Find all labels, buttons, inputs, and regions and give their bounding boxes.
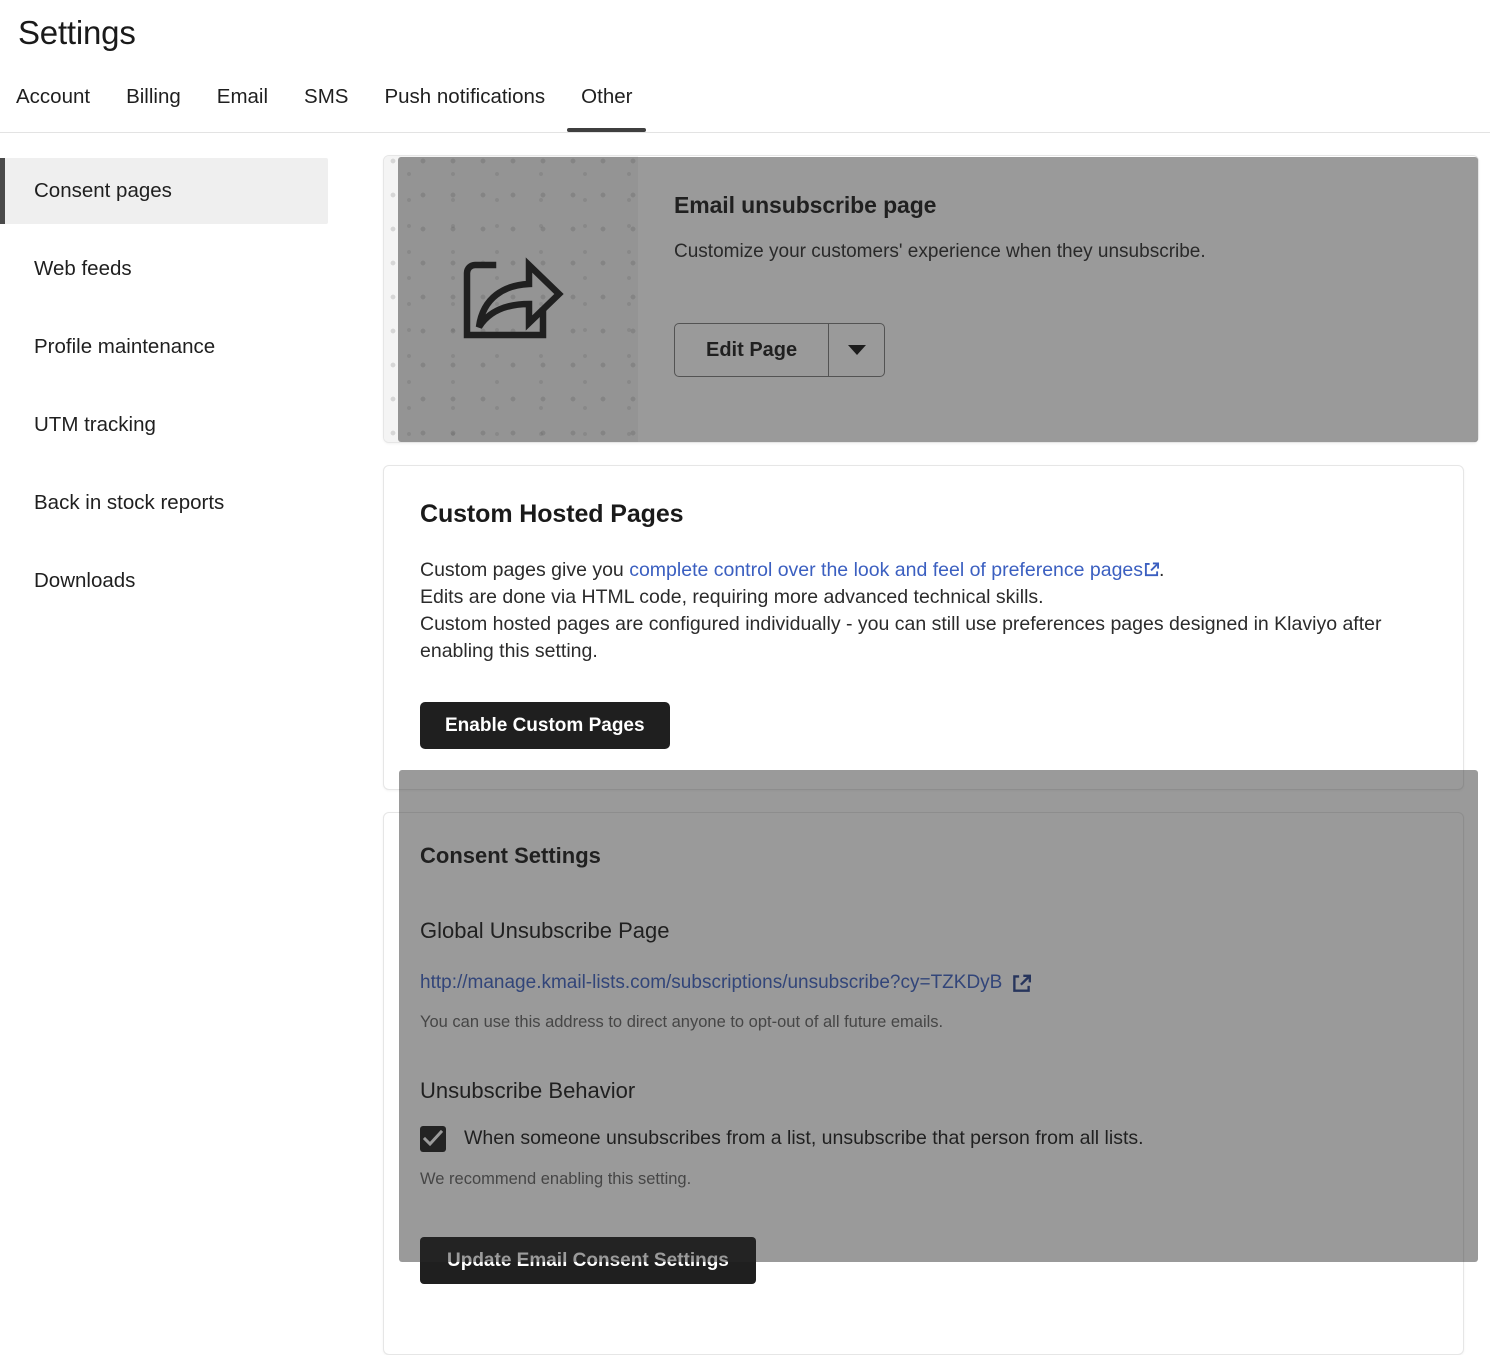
external-link-icon (1144, 562, 1160, 577)
sidebar-item-downloads[interactable]: Downloads (0, 548, 328, 614)
unsubscribe-all-lists-label: When someone unsubscribes from a list, u… (464, 1127, 1144, 1149)
custom-line1-suffix: . (1159, 559, 1165, 581)
external-link-icon[interactable] (1012, 974, 1032, 993)
tab-sms[interactable]: SMS (286, 80, 366, 114)
page-body: Consent pages Web feeds Profile maintena… (0, 133, 1490, 1355)
email-unsubscribe-page-card: Email unsubscribe page Customize your cu… (383, 155, 1479, 443)
settings-sidebar: Consent pages Web feeds Profile maintena… (0, 133, 360, 614)
consent-settings-title: Consent Settings (420, 843, 601, 868)
unsubscribe-all-lists-checkbox[interactable] (420, 1126, 446, 1152)
custom-hosted-pages-card: Custom Hosted Pages Custom pages give yo… (383, 465, 1464, 790)
global-unsubscribe-url-link[interactable]: http://manage.kmail-lists.com/subscripti… (420, 972, 1002, 994)
sidebar-item-label: Profile maintenance (34, 335, 216, 358)
page-title: Settings (18, 14, 136, 51)
edit-page-dropdown-button[interactable] (828, 324, 884, 376)
main-content: Email unsubscribe page Customize your cu… (383, 133, 1490, 1355)
unsubscribe-illustration (384, 156, 638, 442)
unsubscribe-card-body: Email unsubscribe page Customize your cu… (638, 156, 1478, 442)
global-unsubscribe-helper-text: You can use this address to direct anyon… (420, 1013, 944, 1031)
preference-pages-doc-link[interactable]: complete control over the look and feel … (629, 559, 1143, 581)
tab-billing[interactable]: Billing (108, 80, 199, 114)
unsubscribe-card-description: Customize your customers' experience whe… (674, 241, 1206, 262)
sidebar-item-web-feeds[interactable]: Web feeds (0, 236, 328, 302)
consent-settings-card: Consent Settings Global Unsubscribe Page… (383, 812, 1464, 1355)
custom-hosted-pages-line-3: Custom hosted pages are configured indiv… (420, 613, 1382, 662)
sidebar-item-label: Downloads (34, 569, 136, 592)
update-email-consent-settings-button[interactable]: Update Email Consent Settings (420, 1237, 756, 1284)
global-unsubscribe-page-heading: Global Unsubscribe Page (420, 918, 670, 943)
sidebar-item-profile-maintenance[interactable]: Profile maintenance (0, 314, 328, 380)
sidebar-item-label: UTM tracking (34, 413, 156, 436)
tab-other[interactable]: Other (563, 80, 650, 132)
sidebar-item-label: Back in stock reports (34, 491, 225, 514)
sidebar-item-back-in-stock-reports[interactable]: Back in stock reports (0, 470, 328, 536)
edit-page-split-button: Edit Page (674, 323, 886, 377)
global-unsubscribe-url-row: http://manage.kmail-lists.com/subscripti… (420, 972, 1427, 994)
chevron-down-icon (847, 345, 866, 355)
sidebar-item-consent-pages[interactable]: Consent pages (0, 158, 328, 224)
enable-custom-pages-button[interactable]: Enable Custom Pages (420, 702, 670, 749)
unsubscribe-card-title: Email unsubscribe page (674, 192, 937, 218)
tab-push-notifications[interactable]: Push notifications (366, 80, 563, 114)
sidebar-item-label: Consent pages (34, 179, 172, 202)
unsubscribe-all-lists-row: When someone unsubscribes from a list, u… (420, 1125, 1427, 1152)
custom-hosted-pages-line-2: Edits are done via HTML code, requiring … (420, 586, 1044, 608)
checkmark-icon (423, 1130, 443, 1147)
unsubscribe-behavior-helper-text: We recommend enabling this setting. (420, 1170, 692, 1188)
tab-email[interactable]: Email (199, 80, 286, 114)
edit-page-button[interactable]: Edit Page (675, 324, 828, 376)
page-header: Settings Account Billing Email SMS Push … (0, 0, 1490, 133)
custom-line1-prefix: Custom pages give you (420, 559, 630, 581)
sidebar-item-utm-tracking[interactable]: UTM tracking (0, 392, 328, 458)
custom-hosted-pages-title: Custom Hosted Pages (420, 500, 684, 528)
settings-tab-bar: Account Billing Email SMS Push notificat… (16, 80, 650, 133)
tab-account[interactable]: Account (16, 80, 108, 114)
custom-hosted-pages-line-1: Custom pages give you complete control o… (420, 557, 1427, 584)
sidebar-item-label: Web feeds (34, 257, 132, 280)
unsubscribe-behavior-heading: Unsubscribe Behavior (420, 1078, 636, 1103)
share-arrow-icon (463, 257, 564, 339)
